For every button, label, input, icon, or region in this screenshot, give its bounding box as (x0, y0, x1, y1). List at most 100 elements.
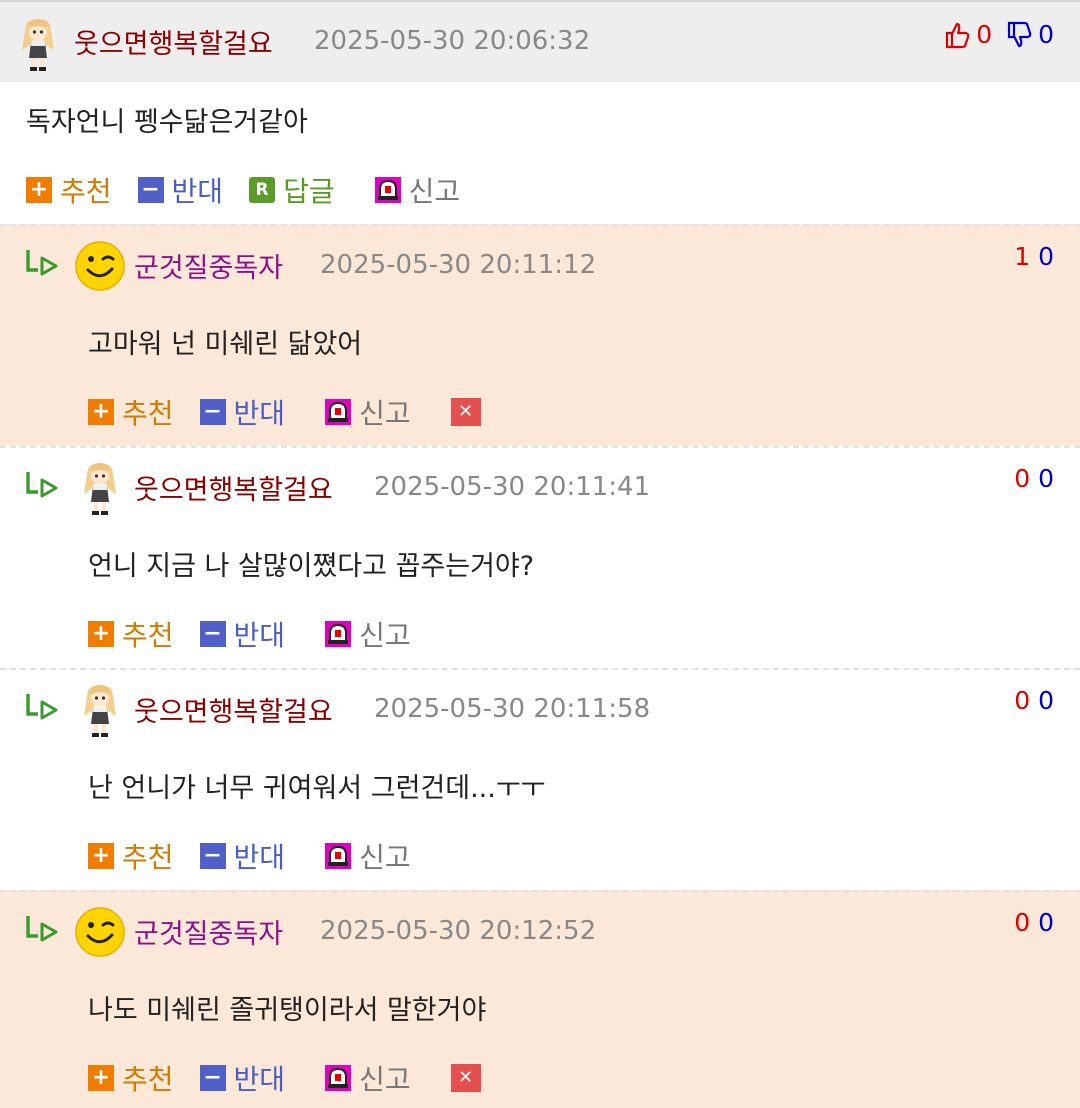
oppose-label: 반대 (233, 841, 286, 874)
comment-date: 2025-05-30 20:11:41 (374, 472, 651, 502)
author-nickname[interactable]: 웃으면행복할걸요 (134, 690, 333, 729)
smiley-avatar-icon[interactable] (74, 240, 126, 292)
comment-actions: + 추천 − 반대 신고 (88, 836, 437, 876)
up-count: 0 (976, 20, 993, 49)
comment-actions: + 추천 − 반대 신고 (88, 614, 437, 654)
report-label: 신고 (359, 1063, 411, 1096)
recommend-label: 추천 (122, 397, 174, 430)
siren-icon (325, 1065, 351, 1091)
plus-icon: + (88, 1065, 114, 1091)
report-label: 신고 (359, 841, 411, 874)
vote-counts: 00 (1014, 908, 1054, 937)
reply-arrow-icon (24, 470, 60, 500)
down-count: 0 (1038, 20, 1054, 49)
recommend-button[interactable]: + 추천 (88, 392, 174, 432)
delete-button[interactable]: ✕ (450, 1064, 481, 1092)
report-button[interactable]: 신고 (325, 836, 411, 876)
comment-header: 웃으면행복할걸요 2025-05-30 20:06:32 0 0 (0, 2, 1080, 82)
comment-date: 2025-05-30 20:11:58 (374, 694, 651, 724)
oppose-button[interactable]: − 반대 (199, 1058, 286, 1098)
recommend-button[interactable]: + 추천 (88, 1058, 174, 1098)
report-button[interactable]: 신고 (325, 392, 411, 432)
anime-girl-avatar-icon[interactable] (78, 460, 122, 516)
up-count: 0 (1014, 686, 1031, 715)
siren-icon (375, 177, 401, 203)
delete-button[interactable]: ✕ (450, 398, 481, 426)
anime-girl-avatar-icon[interactable] (78, 682, 122, 738)
up-count: 1 (1014, 242, 1031, 271)
comment-date: 2025-05-30 20:06:32 (314, 26, 591, 56)
report-button[interactable]: 신고 (325, 1058, 411, 1098)
minus-icon: − (137, 177, 164, 203)
up-count: 0 (1014, 908, 1031, 937)
oppose-label: 반대 (233, 619, 286, 652)
down-count: 0 (1038, 242, 1054, 271)
oppose-button[interactable]: − 반대 (199, 614, 286, 654)
anime-girl-avatar-icon[interactable] (16, 16, 60, 72)
comment-date: 2025-05-30 20:12:52 (320, 916, 597, 946)
recommend-button[interactable]: + 추천 (88, 836, 174, 876)
comment-body: 나도 미쉐린 졸귀탱이라서 말한거야 (88, 995, 487, 1026)
minus-icon: − (199, 1065, 226, 1091)
close-icon: ✕ (450, 398, 481, 426)
comment-body: 난 언니가 너무 귀여워서 그런건데...ㅜㅜ (88, 773, 546, 804)
reply-comment: 웃으면행복할걸요 2025-05-30 20:11:58 00 난 언니가 너무… (0, 668, 1080, 890)
plus-icon: + (88, 621, 114, 647)
thumb-up-icon[interactable] (944, 21, 970, 49)
recommend-label: 추천 (122, 841, 174, 874)
reply-badge-icon: R (249, 177, 276, 203)
vote-counts: 0 0 (944, 20, 1054, 49)
oppose-button[interactable]: − 반대 (199, 836, 286, 876)
siren-icon (325, 621, 351, 647)
comment-body: 고마워 넌 미쉐린 닮았어 (88, 329, 363, 360)
down-count: 0 (1038, 908, 1054, 937)
vote-counts: 10 (1014, 242, 1054, 271)
oppose-label: 반대 (233, 1063, 286, 1096)
oppose-button[interactable]: − 반대 (199, 392, 286, 432)
down-count: 0 (1038, 686, 1054, 715)
minus-icon: − (199, 843, 226, 869)
comment-body: 독자언니 펭수닮은거같아 (26, 107, 308, 138)
minus-icon: − (199, 399, 226, 425)
report-button[interactable]: 신고 (375, 170, 461, 210)
comment-body: 언니 지금 나 살많이쪘다고 꼽주는거야? (88, 551, 535, 582)
report-button[interactable]: 신고 (325, 614, 411, 654)
comment-actions: + 추천 − 반대 신고 ✕ (88, 1058, 507, 1098)
siren-icon (325, 843, 351, 869)
author-nickname[interactable]: 군것질중독자 (134, 246, 283, 285)
comment-date: 2025-05-30 20:11:12 (320, 250, 597, 280)
plus-icon: + (88, 399, 114, 425)
recommend-button[interactable]: + 추천 (26, 170, 112, 210)
vote-counts: 00 (1014, 464, 1054, 493)
report-label: 신고 (359, 619, 411, 652)
author-nickname[interactable]: 웃으면행복할걸요 (74, 22, 273, 61)
reply-arrow-icon (24, 248, 60, 278)
top-comment: 웃으면행복할걸요 2025-05-30 20:06:32 0 0 독자언니 펭수… (0, 0, 1080, 224)
up-count: 0 (1014, 464, 1031, 493)
oppose-label: 반대 (233, 397, 286, 430)
oppose-button[interactable]: − 반대 (137, 170, 223, 210)
author-nickname[interactable]: 웃으면행복할걸요 (134, 468, 333, 507)
minus-icon: − (199, 621, 226, 647)
recommend-label: 추천 (122, 1063, 174, 1096)
reply-comment: 군것질중독자 2025-05-30 20:11:12 10 고마워 넌 미쉐린 … (0, 224, 1080, 446)
reply-arrow-icon (24, 692, 60, 722)
reply-comment: 군것질중독자 2025-05-30 20:12:52 00 나도 미쉐린 졸귀탱… (0, 890, 1080, 1108)
comment-actions: + 추천 − 반대 신고 ✕ (88, 392, 507, 432)
thumb-down-icon[interactable] (1006, 21, 1032, 49)
reply-label: 답글 (283, 175, 335, 208)
plus-icon: + (26, 177, 52, 203)
plus-icon: + (88, 843, 114, 869)
close-icon: ✕ (450, 1064, 481, 1092)
down-count: 0 (1038, 464, 1054, 493)
reply-button[interactable]: R 답글 (249, 170, 335, 210)
vote-counts: 00 (1014, 686, 1054, 715)
author-nickname[interactable]: 군것질중독자 (134, 912, 283, 951)
report-label: 신고 (359, 397, 411, 430)
recommend-button[interactable]: + 추천 (88, 614, 174, 654)
siren-icon (325, 399, 351, 425)
smiley-avatar-icon[interactable] (74, 906, 126, 958)
reply-arrow-icon (24, 914, 60, 944)
recommend-label: 추천 (122, 619, 174, 652)
report-label: 신고 (408, 175, 461, 208)
